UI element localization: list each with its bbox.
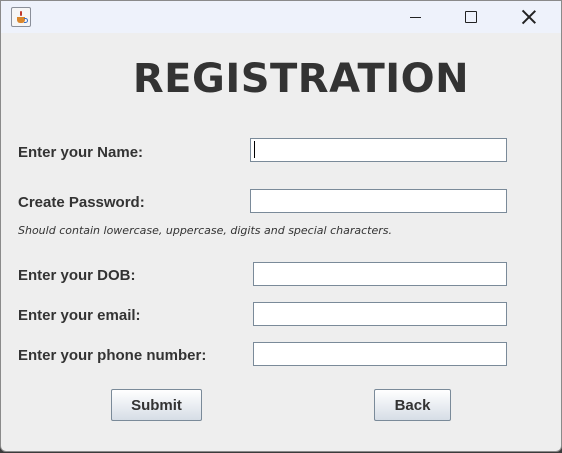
- phone-label: Enter your phone number:: [18, 347, 207, 364]
- title-bar[interactable]: [1, 1, 561, 33]
- maximize-button[interactable]: [448, 1, 494, 33]
- name-input[interactable]: [250, 138, 507, 162]
- name-label: Enter your Name:: [18, 144, 144, 161]
- back-button[interactable]: Back: [374, 389, 451, 421]
- minimize-icon: [409, 16, 421, 18]
- minimize-button[interactable]: [392, 1, 438, 33]
- page-title: REGISTRATION: [132, 56, 470, 102]
- close-button[interactable]: [506, 1, 552, 33]
- email-label: Enter your email:: [18, 307, 141, 324]
- text-caret: [254, 141, 255, 158]
- maximize-icon: [465, 11, 477, 23]
- password-label: Create Password:: [18, 194, 145, 211]
- dob-input[interactable]: [253, 262, 507, 286]
- password-input[interactable]: [250, 189, 507, 213]
- phone-input[interactable]: [253, 342, 507, 366]
- registration-window: REGISTRATION Enter your Name: Create Pas…: [0, 0, 562, 452]
- close-icon: [522, 10, 536, 24]
- submit-button[interactable]: Submit: [111, 389, 202, 421]
- email-input[interactable]: [253, 302, 507, 326]
- java-cup-icon[interactable]: [11, 7, 31, 27]
- dob-label: Enter your DOB:: [18, 267, 136, 284]
- password-hint: Should contain lowercase, uppercase, dig…: [18, 224, 392, 237]
